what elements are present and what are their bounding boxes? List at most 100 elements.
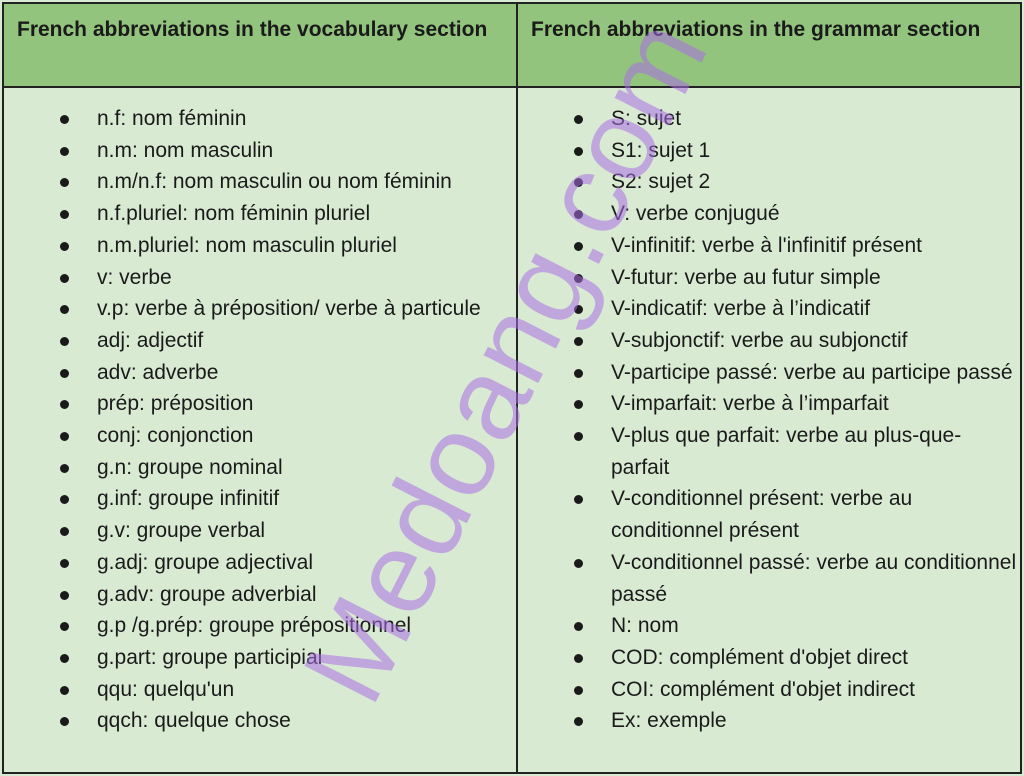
list-item: g.p /g.prép: groupe prépositionnel [54,610,508,642]
list-item-text: n.m/n.f: nom masculin ou nom féminin [97,170,452,194]
list-item-text: S2: sujet 2 [611,170,711,194]
bullet-icon [60,495,69,505]
list-item: adv: adverbe [54,357,508,389]
bullet-icon [60,241,69,251]
list-item-text: g.v: groupe verbal [97,519,266,543]
list-item: v.p: verbe à préposition/ verbe à partic… [54,293,508,325]
bullet-icon [574,685,583,695]
list-item: g.n: groupe nominal [54,452,508,484]
list-item: COD: complément d'objet direct [568,642,1018,674]
list-item-text: g.inf: groupe infinitif [97,487,280,511]
list-item-text: COI: complément d'objet indirect [611,677,915,701]
list-item: g.inf: groupe infinitif [54,483,508,515]
list-item-text: g.part: groupe participial [97,645,323,669]
list-item-text: g.p /g.prép: groupe prépositionnel [97,614,412,638]
bullet-icon [60,463,69,473]
list-item: COI: complément d'objet indirect [568,674,1018,706]
list-item: prép: préposition [54,388,508,420]
list-item-text: COD: complément d'objet direct [611,645,908,669]
list-item: g.v: groupe verbal [54,515,508,547]
grammar-list: S: sujet S1: sujet 1 S2: sujet 2 V: verbe c… [568,103,1018,737]
bullet-icon [60,653,69,663]
list-item-text: g.adv: groupe adverbial [97,582,317,606]
list-item-text: n.m.pluriel: nom masculin pluriel [97,233,397,257]
list-item-text: n.f.pluriel: nom féminin pluriel [97,202,371,226]
list-item: Ex: exemple [568,705,1018,737]
list-item-text: qqch: quelque chose [97,709,291,733]
bullet-icon [574,495,583,505]
bullet-icon [60,146,69,156]
bullet-icon [60,115,69,124]
list-item-text: g.n: groupe nominal [97,455,283,479]
bullet-icon [60,717,69,727]
list-item: v: verbe [54,262,508,294]
list-item: qqch: quelque chose [54,705,508,737]
list-item: g.adj: groupe adjectival [54,547,508,579]
list-item: g.part: groupe participial [54,642,508,674]
vocabulary-list: n.f: nom féminin n.m: nom masculin n.m/n.f… [54,103,508,737]
list-item: V-conditionnel passé: verbe au condition… [568,547,1018,610]
list-item: n.f.pluriel: nom féminin pluriel [54,198,508,230]
grammar-column: French abbreviations in the grammar sect… [516,4,1020,772]
list-item: V-participe passé: verbe au participe pa… [568,357,1018,389]
bullet-icon [574,305,583,315]
bullet-icon [574,717,583,727]
bullet-icon [60,622,69,632]
list-item-text: V-futur: verbe au futur simple [611,265,881,289]
bullet-icon [60,685,69,695]
list-item-text: adv: adverbe [97,360,219,384]
list-item: V-conditionnel présent: verbe au conditi… [568,483,1018,546]
list-item: adj: adjectif [54,325,508,357]
list-item: g.adv: groupe adverbial [54,579,508,611]
bullet-icon [60,178,69,188]
list-item-text: S1: sujet 1 [611,138,711,162]
list-item-text: S: sujet [611,107,682,130]
bullet-icon [60,368,69,378]
list-item-text: V-infinitif: verbe à l'infinitif présent [611,233,922,257]
list-item-text: g.adj: groupe adjectival [97,550,313,574]
list-item-text: V-imparfait: verbe à l’imparfait [611,392,889,416]
bullet-icon [574,178,583,188]
list-item-text: n.f: nom féminin [97,107,247,130]
list-item: n.m: nom masculin [54,135,508,167]
bullet-icon [574,146,583,156]
bullet-icon [60,590,69,600]
list-item-text: V-plus que parfait: verbe au plus-que-pa… [611,424,962,479]
list-item-text: V-subjonctif: verbe au subjonctif [611,328,908,352]
list-item-text: V-conditionnel présent: verbe au conditi… [611,487,913,543]
list-item-text: conj: conjonction [97,424,254,448]
vocabulary-header: French abbreviations in the vocabulary s… [4,4,516,88]
bullet-icon [60,336,69,346]
list-item-text: prép: préposition [97,392,254,416]
bullet-icon [60,305,69,315]
list-item: N: nom [568,610,1018,642]
list-item-text: qqu: quelqu'un [97,677,235,701]
bullet-icon [574,273,583,283]
list-item: V-futur: verbe au futur simple [568,262,1018,294]
bullet-icon [60,432,69,442]
list-item-text: N: nom [611,614,679,638]
bullet-icon [60,558,69,568]
bullet-icon [574,653,583,663]
bullet-icon [574,432,583,442]
list-item: V: verbe conjugué [568,198,1018,230]
list-item-text: n.m: nom masculin [97,138,274,162]
list-item: S2: sujet 2 [568,166,1018,198]
list-item-text: V-participe passé: verbe au participe pa… [611,360,1013,384]
list-item: V-infinitif: verbe à l'infinitif présent [568,230,1018,262]
abbreviations-table: French abbreviations in the vocabulary s… [2,2,1022,774]
list-item: V-subjonctif: verbe au subjonctif [568,325,1018,357]
list-item: n.m.pluriel: nom masculin pluriel [54,230,508,262]
bullet-icon [574,336,583,346]
list-item-text: v: verbe [97,265,172,289]
bullet-icon [574,368,583,378]
list-item-text: Ex: exemple [611,709,727,733]
list-item: S: sujet [568,103,1018,135]
list-item-text: V: verbe conjugué [611,202,780,226]
bullet-icon [574,622,583,632]
list-item: S1: sujet 1 [568,135,1018,167]
bullet-icon [60,210,69,220]
list-item: n.f: nom féminin [54,103,508,135]
bullet-icon [574,400,583,410]
list-item-text: adj: adjectif [97,328,204,352]
